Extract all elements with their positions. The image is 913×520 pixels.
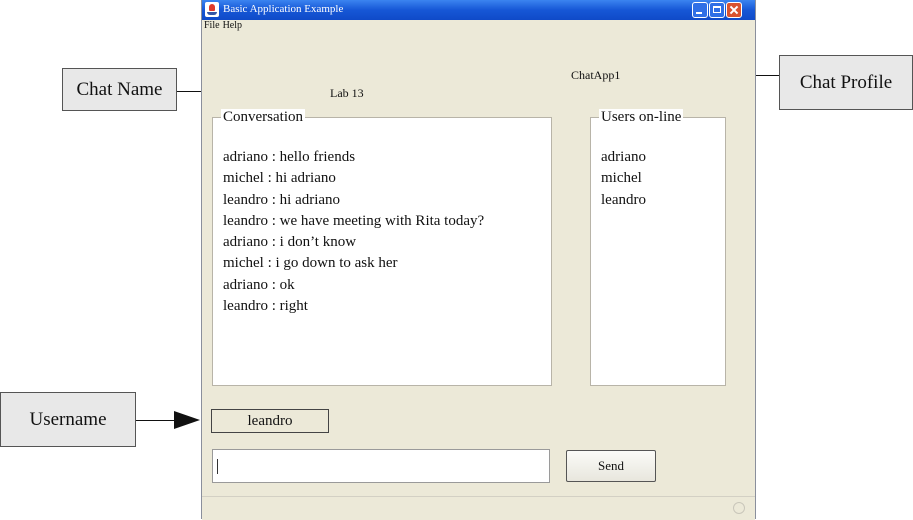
message-line: leandro : right (223, 298, 308, 315)
app-window: Basic Application Example File Help Lab 1… (201, 0, 756, 520)
menu-help[interactable]: Help (223, 20, 242, 31)
message-input[interactable] (212, 449, 550, 483)
chat-profile-label: ChatApp1 (571, 68, 621, 82)
minimize-button[interactable] (692, 2, 708, 18)
status-bar (202, 496, 755, 520)
users-online-title: Users on-line (599, 109, 684, 126)
message-line: leandro : we have meeting with Rita toda… (223, 212, 485, 229)
user-list: adriano michel leandro (601, 147, 646, 211)
message-line: adriano : ok (223, 276, 295, 293)
conversation-title: Conversation (221, 109, 305, 126)
message-line: leandro : hi adriano (223, 191, 341, 208)
callout-username: Username (0, 392, 136, 447)
message-line: adriano : i don’t know (223, 234, 357, 251)
username-label: leandro (211, 409, 329, 433)
users-online-panel[interactable]: Users on-line adriano michel leandro (590, 109, 726, 386)
callout-username-line (136, 420, 174, 421)
send-button[interactable]: Send (566, 450, 656, 482)
chat-name-label: Lab 13 (330, 86, 364, 100)
callout-chat-name: Chat Name (62, 68, 177, 111)
title-bar: Basic Application Example (202, 0, 755, 20)
message-line: michel : hi adriano (223, 170, 336, 187)
java-icon (205, 2, 219, 17)
callout-username-arrow-icon (174, 411, 200, 429)
menu-bar: File Help (204, 20, 245, 32)
user-item[interactable]: michel (601, 168, 646, 189)
maximize-button[interactable] (709, 2, 725, 18)
resize-grip-icon[interactable] (733, 502, 745, 514)
message-line: adriano : hello friends (223, 149, 356, 165)
text-caret (217, 459, 218, 474)
callout-chat-profile: Chat Profile (779, 55, 913, 110)
window-title: Basic Application Example (223, 3, 344, 15)
user-item[interactable]: leandro (601, 190, 646, 211)
close-button[interactable] (726, 2, 742, 18)
message-list: adriano : hello friends michel : hi adri… (223, 147, 484, 317)
message-line: michel : i go down to ask her (223, 255, 398, 272)
user-item[interactable]: adriano (601, 147, 646, 168)
menu-file[interactable]: File (204, 20, 220, 31)
conversation-panel[interactable]: Conversation adriano : hello friends mic… (212, 109, 552, 386)
